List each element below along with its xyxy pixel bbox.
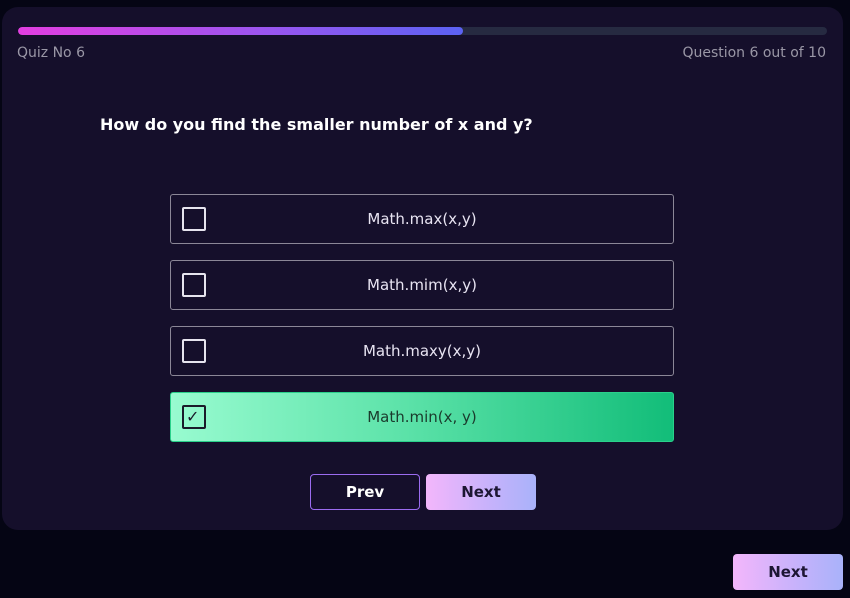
option-3[interactable]: Math.maxy(x,y) [170,326,674,376]
footer-next-button[interactable]: Next [733,554,843,590]
option-2[interactable]: Math.mim(x,y) [170,260,674,310]
checkbox-unchecked-icon[interactable] [182,339,206,363]
question-counter: Question 6 out of 10 [682,45,826,61]
checkbox-unchecked-icon[interactable] [182,207,206,231]
answer-options: Math.max(x,y) Math.mim(x,y) Math.maxy(x,… [170,194,674,458]
option-label: Math.maxy(x,y) [362,342,482,360]
progress-fill [18,27,463,35]
question-text: How do you find the smaller number of x … [100,115,533,134]
option-label: Math.mim(x,y) [367,276,477,294]
quiz-label: Quiz No 6 [17,45,85,61]
prev-button[interactable]: Prev [310,474,420,510]
option-4[interactable]: ✓ Math.min(x, y) [170,392,674,442]
checkbox-unchecked-icon[interactable] [182,273,206,297]
progress-bar [18,27,827,35]
option-label: Math.max(x,y) [367,210,477,228]
quiz-card: Quiz No 6 Question 6 out of 10 How do yo… [2,7,843,530]
option-1[interactable]: Math.max(x,y) [170,194,674,244]
check-mark-icon: ✓ [186,407,200,426]
option-label: Math.min(x, y) [367,408,477,426]
next-button[interactable]: Next [426,474,536,510]
checkbox-checked-icon[interactable]: ✓ [182,405,206,429]
